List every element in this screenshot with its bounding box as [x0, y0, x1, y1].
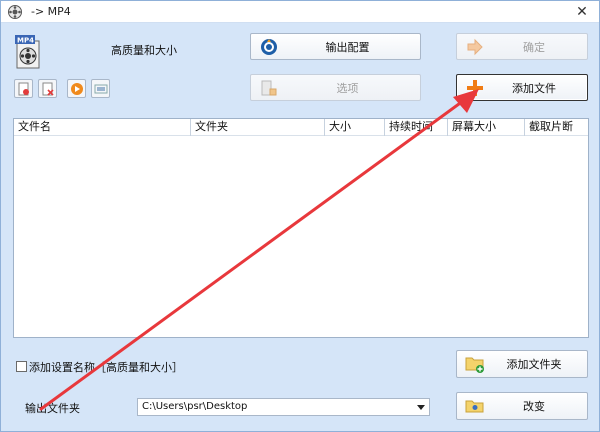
add-file-button[interactable]: 添加文件 [456, 74, 588, 101]
close-button[interactable]: ✕ [573, 3, 591, 21]
output-folder-path: C:\Users\psr\Desktop [142, 401, 248, 412]
file-list-table[interactable]: 文件名 文件夹 大小 持续时间 屏幕大小 截取片断 [13, 118, 589, 338]
profile-label: 高质量和大小 [111, 44, 177, 57]
output-folder-select[interactable]: C:\Users\psr\Desktop [137, 398, 430, 416]
column-clip[interactable]: 截取片断 [525, 119, 588, 136]
arrow-right-icon [467, 38, 483, 55]
add-item-button[interactable] [14, 79, 33, 98]
window-title: -> MP4 [31, 5, 71, 18]
add-setting-name-label[interactable]: 添加设置名称［高质量和大小］ [29, 359, 183, 375]
mp4-profile-icon: MP4 [15, 35, 40, 69]
svg-text:MP4: MP4 [17, 37, 34, 45]
add-setting-name-checkbox[interactable] [16, 361, 27, 372]
document-add-icon [18, 82, 29, 96]
play-icon [71, 83, 83, 95]
ok-button[interactable]: 确定 [456, 33, 588, 60]
converter-window: -> MP4 ✕ MP4 高质量和大小 输出配置 确定 选项 添加文件 文件名 … [0, 0, 600, 432]
play-button[interactable] [67, 79, 86, 98]
output-folder-label: 输出文件夹 [25, 402, 80, 415]
column-duration[interactable]: 持续时间 [385, 119, 448, 136]
add-folder-button[interactable]: 添加文件夹 [456, 350, 588, 378]
column-folder[interactable]: 文件夹 [191, 119, 325, 136]
column-size[interactable]: 大小 [325, 119, 385, 136]
options-icon [261, 80, 277, 95]
change-button[interactable]: 改变 [456, 392, 588, 420]
chevron-down-icon[interactable] [417, 405, 425, 410]
options-button[interactable]: 选项 [250, 74, 421, 101]
column-filename[interactable]: 文件名 [14, 119, 191, 136]
app-icon [8, 5, 22, 19]
output-config-button[interactable]: 输出配置 [250, 33, 421, 60]
folder-browse-icon [465, 400, 484, 413]
column-screen-size[interactable]: 屏幕大小 [448, 119, 525, 136]
table-header: 文件名 文件夹 大小 持续时间 屏幕大小 截取片断 [14, 119, 588, 136]
media-info-button[interactable] [91, 79, 110, 98]
close-icon[interactable]: ✕ [576, 4, 588, 20]
output-config-icon [261, 38, 277, 55]
media-info-icon [94, 84, 108, 94]
remove-item-button[interactable] [38, 79, 57, 98]
plus-icon [467, 79, 483, 96]
title-bar: -> MP4 ✕ [1, 1, 599, 23]
document-remove-icon [42, 82, 54, 96]
folder-add-icon [465, 357, 484, 373]
